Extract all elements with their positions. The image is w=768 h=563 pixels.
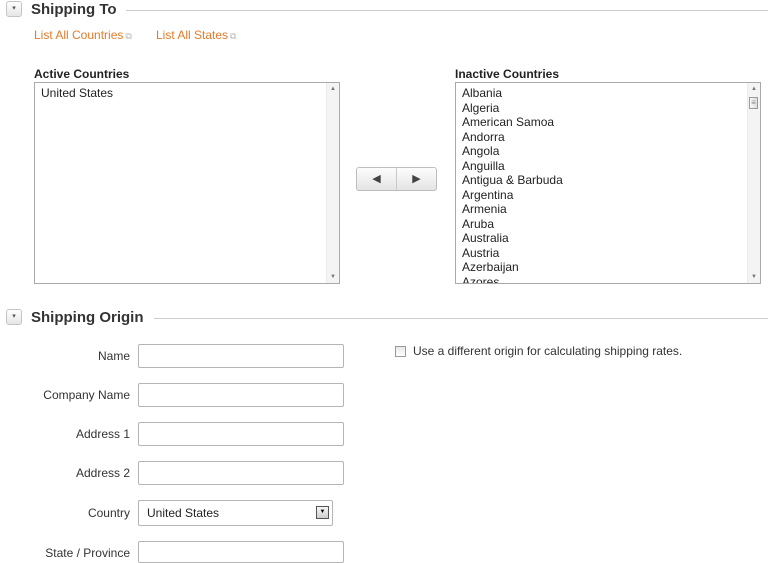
scroll-up-icon[interactable]: ▲	[748, 83, 760, 95]
list-item[interactable]: American Samoa	[456, 115, 748, 130]
collapse-toggle-icon[interactable]: ▾	[6, 1, 22, 17]
address-2-label: Address 2	[75, 466, 130, 480]
address-2-input[interactable]	[138, 461, 344, 485]
list-item[interactable]: Angola	[456, 144, 748, 159]
move-right-button[interactable]: ▶	[396, 168, 436, 190]
list-item[interactable]: Australia	[456, 231, 748, 246]
section-title-shipping-to: Shipping To	[31, 0, 127, 20]
list-all-states-label: List All States	[156, 28, 229, 42]
name-label: Name	[97, 349, 130, 363]
active-countries-label: Active Countries	[34, 67, 130, 81]
name-input[interactable]	[138, 344, 344, 368]
list-item[interactable]: Anguilla	[456, 159, 748, 174]
collapse-toggle-icon[interactable]: ▾	[6, 309, 22, 325]
chevron-down-icon[interactable]: ▼	[316, 506, 329, 519]
address-1-input[interactable]	[138, 422, 344, 446]
different-origin-label: Use a different origin for calculating s…	[413, 344, 683, 358]
shipping-origin-header: ▾ Shipping Origin	[6, 308, 768, 328]
scroll-down-icon[interactable]: ▼	[327, 271, 339, 283]
external-link-icon: ⧉	[125, 31, 132, 41]
different-origin-checkbox[interactable]	[395, 346, 406, 357]
move-left-button[interactable]: ◀	[357, 168, 396, 190]
list-item[interactable]: Albania	[456, 86, 748, 101]
list-item[interactable]: Andorra	[456, 130, 748, 145]
state-province-input[interactable]	[138, 541, 344, 563]
list-item[interactable]: United States	[35, 86, 327, 101]
country-select[interactable]: United States ▼	[138, 500, 333, 526]
scroll-down-icon[interactable]: ▼	[748, 271, 760, 283]
section-divider	[126, 10, 768, 11]
list-all-countries-label: List All Countries	[34, 28, 124, 42]
external-link-icon: ⧉	[230, 31, 237, 41]
inactive-countries-label: Inactive Countries	[455, 67, 560, 81]
list-item[interactable]: Azores	[456, 275, 748, 284]
section-divider	[154, 318, 768, 319]
list-item[interactable]: Armenia	[456, 202, 748, 217]
scrollbar[interactable]: ▲ ≡ ▼	[747, 83, 760, 283]
inactive-countries-list[interactable]: Albania Algeria American Samoa Andorra A…	[455, 82, 761, 284]
address-1-label: Address 1	[75, 427, 130, 441]
country-selected-value: United States	[147, 506, 220, 520]
list-item[interactable]: Antigua & Barbuda	[456, 173, 748, 188]
country-label: Country	[87, 506, 130, 520]
company-name-input[interactable]	[138, 383, 344, 407]
list-all-countries-link[interactable]: List All Countries ⧉	[34, 28, 132, 43]
list-item[interactable]: Argentina	[456, 188, 748, 203]
list-item[interactable]: Aruba	[456, 217, 748, 232]
list-item[interactable]: Azerbaijan	[456, 260, 748, 275]
list-item[interactable]: Austria	[456, 246, 748, 261]
state-province-label: State / Province	[45, 546, 130, 560]
scroll-up-icon[interactable]: ▲	[327, 83, 339, 95]
list-item[interactable]: Algeria	[456, 101, 748, 116]
section-title-shipping-origin: Shipping Origin	[31, 308, 154, 328]
scrollbar[interactable]: ▲ ▼	[326, 83, 339, 283]
company-name-label: Company Name	[43, 388, 130, 402]
active-countries-list[interactable]: United States ▲ ▼	[34, 82, 340, 284]
scroll-thumb[interactable]: ≡	[749, 97, 758, 109]
list-all-states-link[interactable]: List All States ⧉	[156, 28, 236, 43]
shipping-to-header: ▾ Shipping To	[6, 0, 768, 20]
move-buttons: ◀ ▶	[356, 167, 437, 191]
